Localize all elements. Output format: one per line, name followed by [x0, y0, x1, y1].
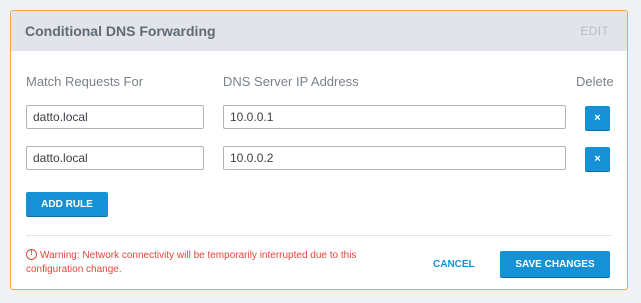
warning-message: ! Warning: Network connectivity will be t…	[26, 248, 406, 277]
close-icon: ×	[594, 112, 601, 124]
save-changes-button[interactable]: SAVE CHANGES	[500, 251, 610, 277]
warning-text: Warning: Network connectivity will be te…	[26, 250, 357, 275]
card-title: Conditional DNS Forwarding	[25, 23, 216, 39]
dns-server-ip-input[interactable]	[223, 105, 566, 129]
warning-circle-icon: !	[26, 248, 37, 260]
dns-forwarding-card: Conditional DNS Forwarding EDIT Match Re…	[10, 10, 628, 290]
add-rule-button[interactable]: ADD RULE	[26, 192, 108, 216]
match-requests-input[interactable]	[26, 105, 204, 129]
dns-server-ip-input[interactable]	[223, 146, 566, 170]
cancel-button[interactable]: CANCEL	[433, 259, 475, 270]
card-header: Conditional DNS Forwarding EDIT	[11, 11, 627, 51]
column-header-match: Match Requests For	[26, 74, 144, 89]
divider	[26, 235, 612, 236]
edit-link[interactable]: EDIT	[580, 24, 609, 38]
column-header-dns: DNS Server IP Address	[223, 74, 359, 89]
delete-rule-button[interactable]: ×	[585, 147, 610, 171]
match-requests-input[interactable]	[26, 146, 204, 170]
add-rule-label: ADD RULE	[41, 198, 93, 210]
column-header-delete: Delete	[576, 74, 614, 89]
delete-rule-button[interactable]: ×	[585, 106, 610, 130]
close-icon: ×	[594, 153, 601, 165]
save-changes-label: SAVE CHANGES	[515, 258, 595, 270]
